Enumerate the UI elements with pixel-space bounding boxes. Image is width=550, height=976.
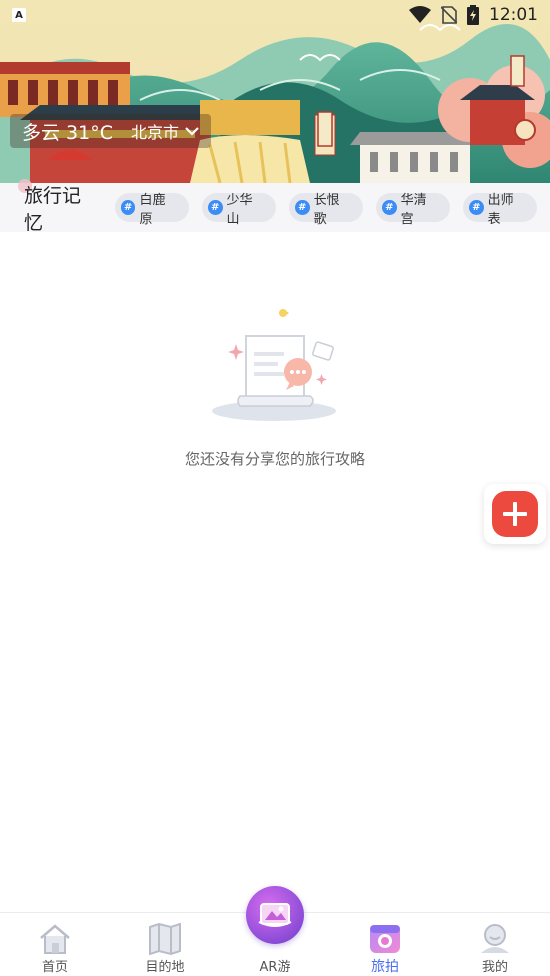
city-selector[interactable]: 北京市 — [131, 119, 199, 143]
tag-label: 少华山 — [226, 192, 253, 227]
status-bar: A 12:01 — [0, 0, 550, 30]
nav-label-active: 旅拍 — [371, 959, 399, 975]
hashtag-icon: # — [294, 200, 310, 215]
empty-state: 您还没有分享您的旅行攻略 — [0, 300, 550, 469]
weather-location-selector[interactable]: 多云 31°C 北京市 — [10, 114, 211, 148]
hashtag-icon: # — [207, 200, 223, 215]
nav-label: 我的 — [481, 960, 508, 975]
empty-state-message: 您还没有分享您的旅行攻略 — [184, 450, 365, 468]
hashtag-icon: # — [120, 200, 136, 215]
bottom-navigation: 首页 目的地 AR游 旅拍 我的 — [0, 886, 550, 976]
camera-icon — [366, 921, 404, 957]
tag-shaohuashan[interactable]: # 少华山 — [201, 193, 276, 227]
weather-temperature: 多云 31°C — [22, 121, 113, 144]
nav-label: 目的地 — [145, 960, 185, 975]
nav-ar-tour[interactable]: AR游 — [220, 886, 330, 976]
add-post-button[interactable] — [484, 484, 546, 544]
tag-label: 华清宫 — [400, 192, 427, 227]
home-icon — [36, 921, 74, 957]
empty-document-illustration — [212, 309, 336, 421]
wifi-icon — [409, 6, 431, 23]
notification-a-icon: A — [12, 8, 26, 22]
nav-profile[interactable]: 我的 — [440, 913, 550, 976]
tag-chushibiao[interactable]: # 出师表 — [462, 193, 537, 227]
section-title-text: 旅行记忆 — [24, 184, 82, 234]
tag-label: 出师表 — [487, 192, 514, 227]
ar-icon — [246, 886, 304, 944]
tag-huaqinggong[interactable]: # 华清宫 — [375, 193, 450, 227]
tag-bailuyuan[interactable]: # 白鹿原 — [114, 193, 189, 227]
add-button-inner — [492, 491, 538, 537]
tag-changhenge[interactable]: # 长恨歌 — [288, 193, 363, 227]
city-name: 北京市 — [130, 123, 179, 142]
nav-label: AR游 — [259, 960, 291, 975]
hashtag-icon: # — [468, 200, 484, 215]
battery-icon — [467, 5, 479, 25]
tag-label: 长恨歌 — [313, 192, 340, 227]
profile-icon — [476, 921, 514, 957]
chevron-down-icon — [185, 127, 199, 136]
section-title: 旅行记忆 — [18, 178, 99, 235]
nav-destination[interactable]: 目的地 — [110, 913, 220, 976]
nav-travel-photo[interactable]: 旅拍 — [330, 913, 440, 976]
travel-memory-tags: 旅行记忆 # 白鹿原 # 少华山 # 长恨歌 # 华清宫 # 出师表 — [0, 178, 550, 235]
hero-banner: A 12:01 多云 31°C 北京市 — [0, 0, 550, 183]
map-icon — [146, 921, 184, 957]
status-time: 12:01 — [489, 5, 538, 25]
plus-icon — [503, 502, 527, 526]
hashtag-icon: # — [381, 200, 397, 215]
tag-label: 白鹿原 — [139, 192, 166, 227]
nav-label: 首页 — [41, 960, 68, 975]
no-sim-icon — [441, 6, 457, 24]
nav-home[interactable]: 首页 — [0, 913, 110, 976]
